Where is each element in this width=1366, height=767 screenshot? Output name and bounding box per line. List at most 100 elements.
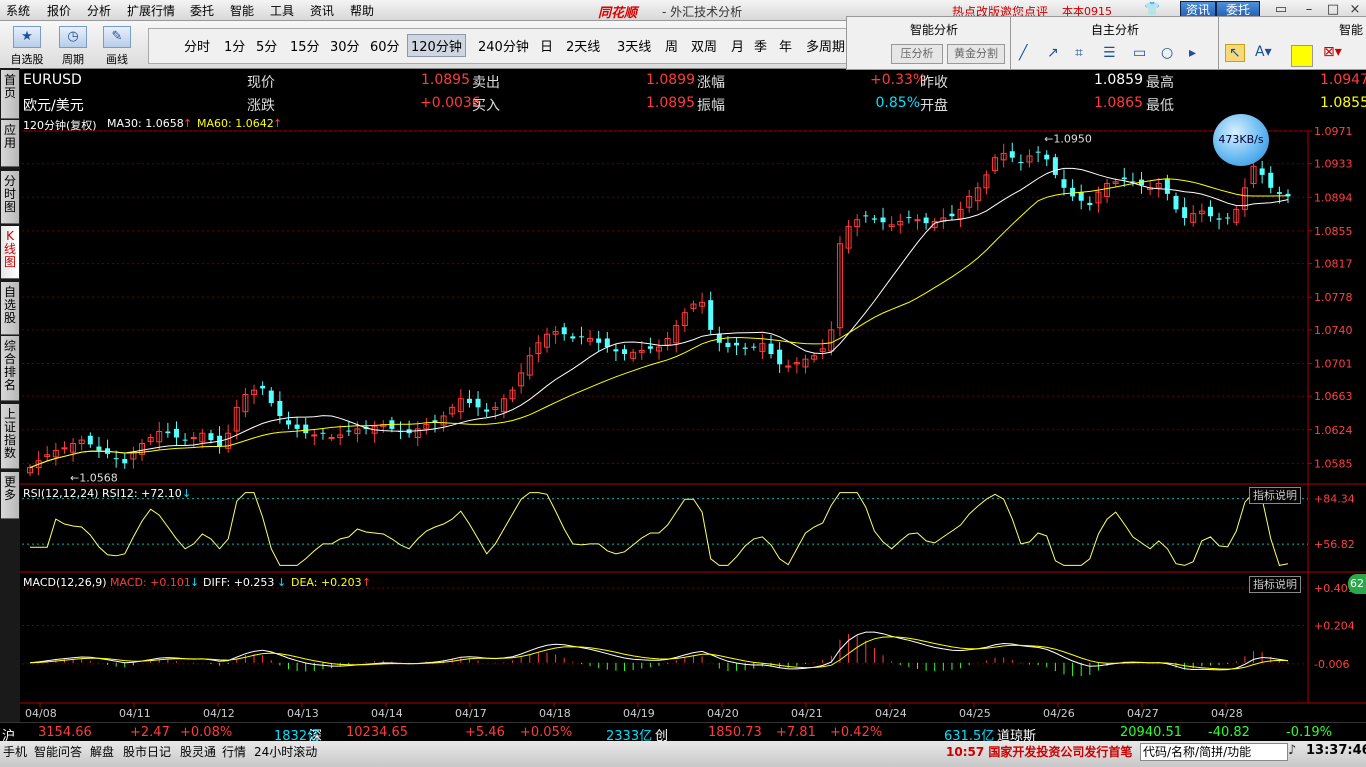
period-1m[interactable]: 1分 bbox=[224, 36, 245, 55]
period-day[interactable]: 日 bbox=[540, 36, 553, 55]
status-quotes[interactable]: 行情 bbox=[222, 743, 246, 760]
dea-value: DEA: +0.203 bbox=[291, 576, 362, 589]
candle-body-down bbox=[294, 424, 300, 429]
tab-timeshare[interactable]: 分时图 bbox=[1, 171, 19, 224]
period-15m[interactable]: 15分 bbox=[290, 36, 320, 55]
golden-section-button[interactable]: 黄金分割 bbox=[947, 44, 1005, 64]
candle-body-down bbox=[734, 342, 740, 346]
candle-body-down bbox=[268, 390, 274, 404]
period-2day[interactable]: 2天线 bbox=[566, 36, 600, 55]
search-input[interactable]: 代码/名称/简拼/功能 bbox=[1140, 743, 1288, 761]
period-multi[interactable]: 多周期 bbox=[806, 36, 845, 55]
more-tool-icon[interactable]: ▸ bbox=[1189, 45, 1196, 61]
candle-body-down bbox=[285, 420, 291, 425]
candle-body-down bbox=[346, 430, 352, 432]
period-240m[interactable]: 240分钟 bbox=[478, 36, 529, 55]
text-tool-icon[interactable]: A▾ bbox=[1255, 44, 1272, 60]
rsi-line bbox=[30, 491, 1289, 566]
period-30m[interactable]: 30分 bbox=[330, 36, 360, 55]
restore-icon[interactable]: ▭ bbox=[1270, 2, 1292, 17]
cursor-icon[interactable]: ↖ bbox=[1225, 44, 1245, 62]
status-diary[interactable]: 股市日记 bbox=[123, 743, 171, 760]
menu-smart[interactable]: 智能 bbox=[230, 2, 254, 19]
menu-news[interactable]: 资讯 bbox=[310, 2, 334, 19]
ticker-item: -0.19% bbox=[1286, 725, 1332, 740]
maximize-icon[interactable]: □ bbox=[1322, 2, 1344, 17]
status-24h[interactable]: 24小时滚动 bbox=[254, 743, 317, 760]
date-tick-label: 04/11 bbox=[119, 707, 151, 720]
date-tick-label: 04/18 bbox=[539, 707, 571, 720]
tab-more[interactable]: 更多 bbox=[1, 472, 19, 519]
status-stockcomm[interactable]: 股灵通 bbox=[180, 743, 216, 760]
status-analysis[interactable]: 解盘 bbox=[90, 743, 114, 760]
watchlist-button[interactable]: ★ 自选股 bbox=[7, 24, 47, 66]
bell-icon[interactable]: ♪ bbox=[1288, 743, 1296, 758]
tab-ranking[interactable]: 综合排名 bbox=[1, 336, 19, 401]
date-tick-label: 04/17 bbox=[455, 707, 487, 720]
period-month[interactable]: 月 bbox=[731, 36, 744, 55]
period-120m[interactable]: 120分钟 bbox=[407, 34, 466, 57]
ma60-up-icon: ↑ bbox=[273, 117, 283, 130]
menu-trade[interactable]: 委托 bbox=[190, 2, 214, 19]
close-icon[interactable]: × bbox=[1344, 2, 1366, 17]
candle-body-down bbox=[742, 347, 748, 349]
rect-tool-icon[interactable]: ▭ bbox=[1133, 45, 1146, 61]
shirt-icon[interactable]: 👕 bbox=[1144, 2, 1160, 17]
candle-body-up bbox=[914, 219, 921, 222]
candle-body-up bbox=[328, 437, 335, 440]
circle-tool-icon[interactable]: ○ bbox=[1161, 45, 1173, 61]
tab-apps[interactable]: 应用 bbox=[1, 120, 19, 167]
period-tick[interactable]: 分时 bbox=[184, 36, 210, 55]
menu-tools[interactable]: 工具 bbox=[270, 2, 294, 19]
candle-body-down bbox=[484, 409, 490, 412]
status-qa[interactable]: 智能问答 bbox=[34, 743, 82, 760]
period-3day[interactable]: 3天线 bbox=[617, 36, 651, 55]
kline-chart[interactable]: 1.0971 1.0933 1.0894 1.0855 1.0817 1.0778 1.07… bbox=[20, 68, 1366, 722]
minimize-icon[interactable]: – bbox=[1298, 2, 1320, 17]
date-tick-label: 04/14 bbox=[371, 707, 403, 720]
tab-home[interactable]: 首页 bbox=[1, 70, 19, 119]
macd-explain-button[interactable]: 指标说明 bbox=[1249, 576, 1301, 593]
ma30-line bbox=[29, 167, 1289, 469]
price-tick-label: 1.0701 bbox=[1314, 357, 1353, 370]
menu-analysis[interactable]: 分析 bbox=[87, 2, 111, 19]
tab-kline[interactable]: K线图 bbox=[1, 226, 19, 279]
draw-button[interactable]: ✎ 画线 bbox=[97, 24, 137, 66]
candle-body-up bbox=[785, 365, 792, 368]
news-ticker[interactable]: 10:57 国家开发投资公司发行首笔 bbox=[946, 743, 1132, 760]
menu-quote[interactable]: 报价 bbox=[47, 2, 71, 19]
period-2week[interactable]: 双周 bbox=[691, 36, 717, 55]
tab-shanghai-index[interactable]: 上证指数 bbox=[1, 404, 19, 469]
date-tick-label: 04/20 bbox=[707, 707, 739, 720]
network-speed-bubble[interactable]: 473KB/s bbox=[1213, 114, 1269, 166]
rsi-explain-button[interactable]: 指标说明 bbox=[1249, 487, 1301, 504]
ticker-item: +5.46 bbox=[465, 725, 505, 740]
crop-tool-icon[interactable]: ⌗ bbox=[1075, 45, 1083, 61]
color-swatch[interactable] bbox=[1291, 45, 1313, 67]
menu-help[interactable]: 帮助 bbox=[350, 2, 374, 19]
delete-drawing-icon[interactable]: ⊠▾ bbox=[1323, 44, 1342, 60]
menu-system[interactable]: 系统 bbox=[6, 2, 30, 19]
period-week[interactable]: 周 bbox=[665, 36, 678, 55]
line-tool-icon[interactable]: ╱ bbox=[1019, 45, 1027, 61]
period-60m[interactable]: 60分 bbox=[370, 36, 400, 55]
ticker-item: +7.81 bbox=[776, 725, 816, 740]
candle-body-down bbox=[1078, 192, 1084, 201]
status-mobile[interactable]: 手机 bbox=[3, 743, 27, 760]
price-tick-label: 1.0894 bbox=[1314, 191, 1353, 204]
pressure-analysis-button[interactable]: 压分析 bbox=[891, 44, 943, 64]
period-year[interactable]: 年 bbox=[779, 36, 792, 55]
menu-ext-quote[interactable]: 扩展行情 bbox=[127, 2, 175, 19]
channel-tool-icon[interactable]: ☰ bbox=[1103, 45, 1116, 61]
period-5m[interactable]: 5分 bbox=[256, 36, 277, 55]
candle-body-down bbox=[1216, 218, 1222, 220]
tab-watchlist[interactable]: 自选股 bbox=[1, 282, 19, 335]
segment-tool-icon[interactable]: ↗ bbox=[1047, 45, 1059, 61]
draw-label: 画线 bbox=[106, 53, 128, 66]
side-badge[interactable]: 62 bbox=[1348, 574, 1366, 594]
period-season[interactable]: 季 bbox=[754, 36, 767, 55]
max-price-label: ←1.0950 bbox=[1044, 133, 1092, 146]
candle-body-down bbox=[1087, 202, 1093, 206]
cycle-button[interactable]: ◷ 周期 bbox=[53, 24, 93, 66]
ticker-item: +0.42% bbox=[830, 725, 883, 740]
